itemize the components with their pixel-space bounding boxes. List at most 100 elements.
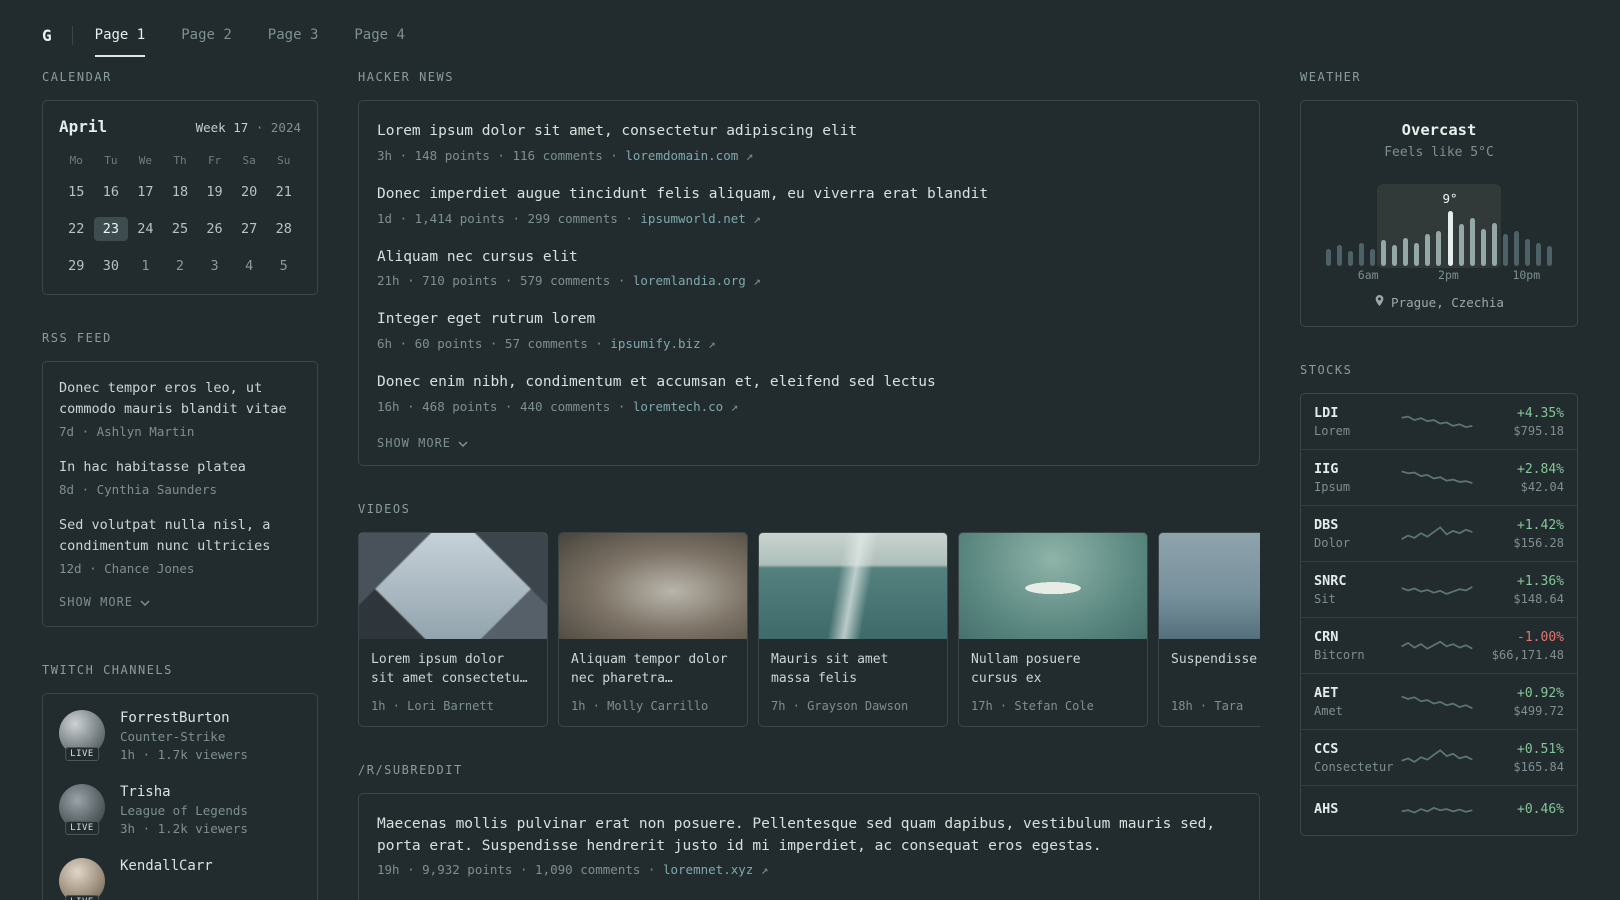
- video-card[interactable]: Lorem ipsum dolor sit amet consectetu… 1…: [358, 531, 548, 727]
- twitch-channel-row[interactable]: LIVE Trisha League of Legends 3h · 1.2k …: [59, 783, 301, 836]
- stocks-card: LDI Lorem +4.35% $795.18 IIG Ipsum +2.84…: [1300, 393, 1578, 836]
- video-title[interactable]: Aliquam tempor dolor nec pharetra…: [571, 650, 735, 690]
- stock-row[interactable]: CCS Consectetur +0.51% $165.84: [1301, 729, 1577, 785]
- external-link-icon: ↗: [760, 862, 769, 878]
- stock-id: AHS: [1314, 801, 1396, 820]
- rss-item-title[interactable]: In hac habitasse platea: [59, 457, 301, 478]
- hackernews-item-title[interactable]: Donec imperdiet augue tincidunt felis al…: [377, 184, 1241, 206]
- twitch-channel-meta: 1h · 1.7k viewers: [120, 746, 248, 762]
- hackernews-item-domain[interactable]: loremlandia.org: [633, 273, 746, 288]
- calendar-day: 25: [171, 221, 189, 237]
- video-card[interactable]: Mauris sit amet massa felis 7h · Grayson…: [758, 531, 948, 727]
- video-body: Nullam posuere cursus ex 17h · Stefan Co…: [959, 639, 1147, 726]
- separator-dot: ·: [255, 120, 264, 135]
- app-logo[interactable]: G: [42, 25, 73, 45]
- stock-sparkline: [1401, 749, 1473, 763]
- calendar-day: 17: [137, 184, 154, 200]
- rss-item: Sed volutpat nulla nisl, a condimentum n…: [59, 515, 301, 576]
- calendar-year: 2024: [270, 120, 301, 135]
- rss-show-more-button[interactable]: SHOW MORE: [59, 595, 150, 609]
- videos-widget: VIDEOS Lorem ipsum dolor sit amet consec…: [358, 502, 1260, 727]
- twitch-channel-row[interactable]: LIVE KendallCarr: [59, 857, 301, 900]
- stock-row[interactable]: AHS +0.46%: [1301, 785, 1577, 835]
- rss-item: In hac habitasse platea 8d · Cynthia Sau…: [59, 457, 301, 497]
- hackernews-item-domain[interactable]: loremtech.co: [633, 399, 723, 414]
- hackernews-item: Donec imperdiet augue tincidunt felis al…: [377, 184, 1241, 226]
- twitch-channel-info: Trisha League of Legends 3h · 1.2k viewe…: [120, 784, 248, 836]
- stock-sparkline: [1401, 526, 1473, 540]
- rss-item-title[interactable]: Sed volutpat nulla nisl, a condimentum n…: [59, 515, 301, 557]
- weather-section-title: WEATHER: [1300, 70, 1362, 84]
- calendar-day-next-month: 2: [175, 258, 185, 274]
- weekday-label: Th: [173, 154, 187, 167]
- rss-item: Donec tempor eros leo, ut commodo mauris…: [59, 378, 301, 439]
- twitch-channel-row[interactable]: LIVE ForrestBurton Counter-Strike 1h · 1…: [59, 709, 301, 762]
- stock-values: +1.36% $148.64: [1478, 574, 1564, 606]
- twitch-channel-name[interactable]: Trisha: [120, 784, 248, 800]
- stock-change: +2.84%: [1517, 461, 1564, 477]
- weather-location: Prague, Czechia: [1319, 294, 1559, 310]
- video-title[interactable]: Nullam posuere cursus ex: [971, 650, 1135, 690]
- tab-page-4[interactable]: Page 4: [354, 21, 405, 49]
- calendar-day: 22: [68, 221, 85, 237]
- stock-ticker: CRN: [1314, 629, 1339, 645]
- stock-row[interactable]: LDI Lorem +4.35% $795.18: [1301, 394, 1577, 449]
- stock-row[interactable]: IIG Ipsum +2.84% $42.04: [1301, 449, 1577, 505]
- video-thumbnail[interactable]: [759, 532, 947, 639]
- video-thumbnail[interactable]: [1159, 532, 1260, 639]
- stock-id: AET Amet: [1314, 685, 1396, 718]
- stock-sparkline: [1401, 640, 1473, 650]
- calendar-card: April Week 17 · 2024 Mo Tu We Th Fr Sa S…: [42, 100, 318, 295]
- video-thumbnail[interactable]: [559, 532, 747, 639]
- calendar-day: 20: [241, 184, 258, 200]
- hackernews-item-domain[interactable]: loremdomain.com: [625, 148, 738, 163]
- twitch-widget: TWITCH CHANNELS LIVE ForrestBurton Count…: [42, 663, 318, 900]
- dashboard-columns: CALENDAR April Week 17 · 2024 Mo Tu We T…: [0, 70, 1620, 900]
- twitch-section-title: TWITCH CHANNELS: [42, 662, 173, 677]
- hackernews-section-title: HACKER NEWS: [358, 70, 454, 84]
- tab-page-3[interactable]: Page 3: [268, 21, 319, 49]
- video-title[interactable]: Lorem ipsum dolor sit amet consectetu…: [371, 650, 535, 690]
- hackernews-item-domain[interactable]: ipsumworld.net: [640, 211, 745, 226]
- stock-price: $165.84: [1513, 759, 1564, 774]
- stock-row[interactable]: DBS Dolor +1.42% $156.28: [1301, 505, 1577, 561]
- time-label: 10pm: [1512, 268, 1541, 282]
- subreddit-post-domain[interactable]: loremnet.xyz: [663, 862, 753, 877]
- video-meta: 18h · Tara: [1171, 698, 1244, 713]
- stock-row[interactable]: AET Amet +0.92% $499.72: [1301, 673, 1577, 729]
- weekday-label: Sa: [242, 154, 256, 167]
- hackernews-item-title[interactable]: Integer eget rutrum lorem: [377, 309, 1241, 331]
- video-title[interactable]: Mauris sit amet massa felis: [771, 650, 935, 690]
- hackernews-item-title[interactable]: Lorem ipsum dolor sit amet, consectetur …: [377, 121, 1241, 143]
- external-link-icon: ↗: [753, 273, 761, 289]
- video-title[interactable]: Suspendisse diam: [1171, 650, 1260, 690]
- chevron-down-icon: [140, 595, 150, 609]
- video-thumbnail[interactable]: [959, 532, 1147, 639]
- hackernews-show-more-button[interactable]: SHOW MORE: [377, 436, 468, 450]
- stock-values: +0.46%: [1478, 802, 1564, 820]
- stock-row[interactable]: SNRC Sit +1.36% $148.64: [1301, 561, 1577, 617]
- time-label: 2pm: [1438, 268, 1459, 282]
- video-card[interactable]: Suspendisse diam 18h · Tara: [1158, 531, 1260, 727]
- video-card[interactable]: Nullam posuere cursus ex 17h · Stefan Co…: [958, 531, 1148, 727]
- stock-name: Sit: [1314, 592, 1336, 606]
- video-card[interactable]: Aliquam tempor dolor nec pharetra… 1h · …: [558, 531, 748, 727]
- twitch-channel-name[interactable]: ForrestBurton: [120, 710, 248, 726]
- hackernews-item-title[interactable]: Donec enim nibh, condimentum et accumsan…: [377, 372, 1241, 394]
- hackernews-item-title[interactable]: Aliquam nec cursus elit: [377, 247, 1241, 269]
- tab-page-1[interactable]: Page 1: [94, 21, 145, 57]
- stock-price: $795.18: [1513, 423, 1564, 438]
- calendar-day: 28: [275, 221, 292, 237]
- rss-item-title[interactable]: Donec tempor eros leo, ut commodo mauris…: [59, 378, 301, 420]
- video-meta: 7h · Grayson Dawson: [771, 698, 909, 713]
- stock-row[interactable]: CRN Bitcorn -1.00% $66,171.48: [1301, 617, 1577, 673]
- tab-page-2[interactable]: Page 2: [181, 21, 232, 49]
- stock-sparkline: [1401, 806, 1473, 814]
- meta-text: 21h · 710 points · 579 comments ·: [377, 273, 633, 289]
- calendar-day: 29: [68, 258, 85, 274]
- subreddit-post-title[interactable]: Maecenas mollis pulvinar erat non posuer…: [377, 814, 1241, 858]
- hackernews-item-domain[interactable]: ipsumify.biz: [610, 336, 700, 351]
- video-thumbnail[interactable]: [359, 532, 547, 639]
- calendar-day-next-month: 1: [141, 258, 150, 274]
- twitch-channel-name[interactable]: KendallCarr: [120, 858, 213, 874]
